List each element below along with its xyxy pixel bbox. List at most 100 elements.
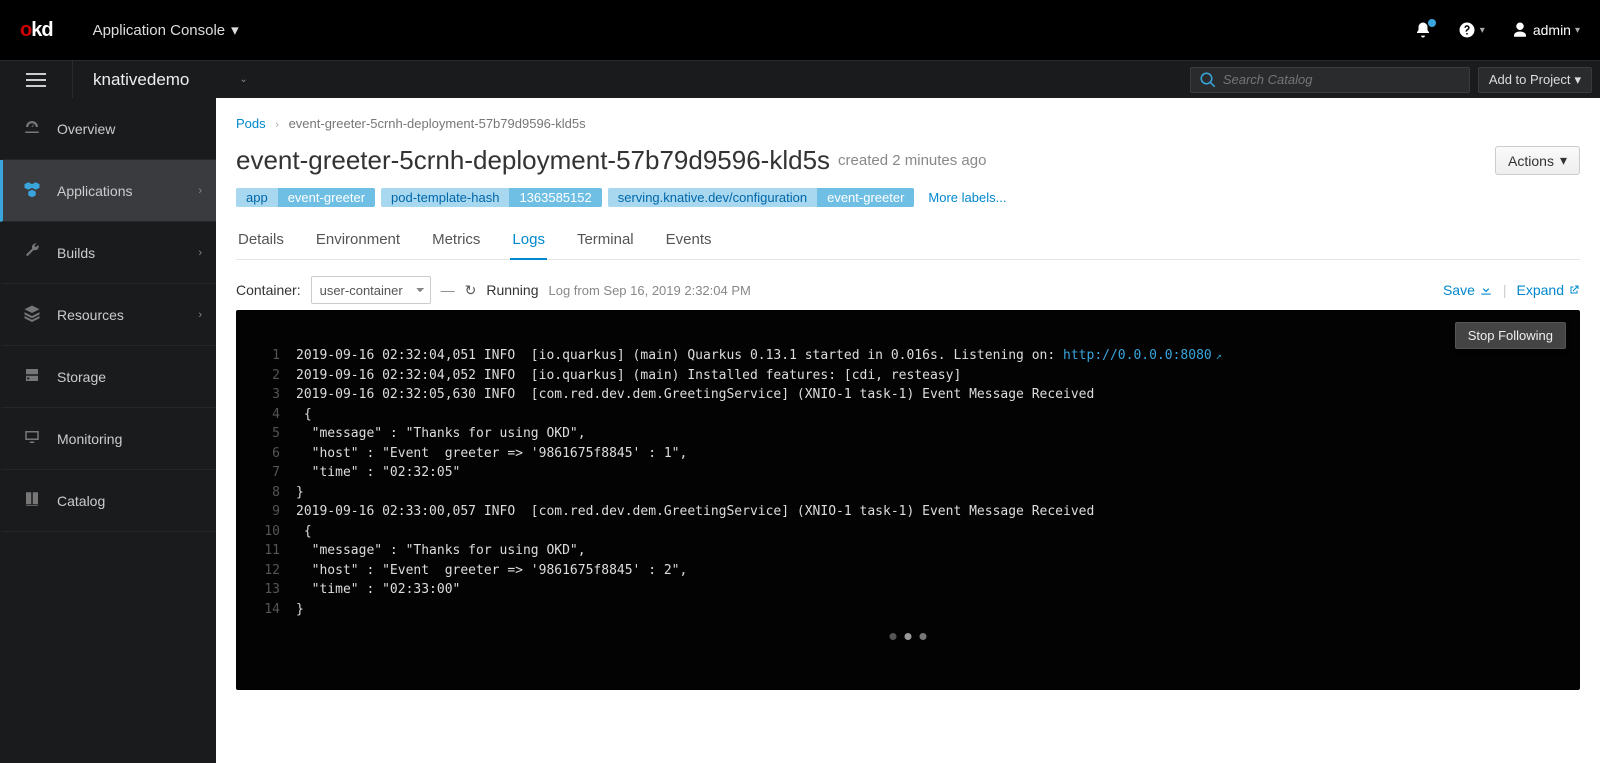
sidebar-toggle[interactable] [0, 61, 73, 98]
caret-down-icon: ▾ [1560, 152, 1567, 169]
sidebar-item-monitoring[interactable]: Monitoring [0, 408, 216, 470]
download-icon [1479, 283, 1493, 297]
log-line: 4 { [236, 405, 1580, 425]
tab-terminal[interactable]: Terminal [575, 225, 636, 260]
line-number: 2 [256, 366, 296, 386]
label-value: event-greeter [278, 188, 375, 207]
log-line: 8} [236, 483, 1580, 503]
caret-down-icon: ▾ [1480, 25, 1485, 36]
breadcrumb-root[interactable]: Pods [236, 116, 266, 131]
line-text: { [296, 405, 312, 425]
expand-log-button[interactable]: Expand [1517, 282, 1580, 298]
line-number: 13 [256, 580, 296, 600]
main-content: Pods › event-greeter-5crnh-deployment-57… [216, 98, 1600, 763]
log-line: 12 "host" : "Event greeter => '9861675f8… [236, 561, 1580, 581]
label-app[interactable]: appevent-greeter [236, 188, 375, 207]
log-line: 32019-09-16 02:32:05,630 INFO [com.red.d… [236, 385, 1580, 405]
tab-events[interactable]: Events [664, 225, 714, 260]
actions-label: Actions [1508, 153, 1554, 169]
log-line: 6 "host" : "Event greeter => '9861675f88… [236, 444, 1580, 464]
log-line: 92019-09-16 02:33:00,057 INFO [com.red.d… [236, 502, 1580, 522]
label-serving.knative.dev/configuration[interactable]: serving.knative.dev/configurationevent-g… [608, 188, 915, 207]
separator: | [1503, 282, 1507, 298]
caret-down-icon: ▾ [1574, 72, 1581, 88]
console-picker[interactable]: Application Console ▾ [93, 21, 239, 39]
chevron-right-icon: › [275, 119, 279, 131]
notification-dot-icon [1428, 19, 1436, 27]
line-text: } [296, 600, 304, 620]
line-text: 2019-09-16 02:32:05,630 INFO [com.red.de… [296, 385, 1102, 405]
sync-icon: ↻ [465, 282, 477, 299]
line-text: "message" : "Thanks for using OKD", [296, 424, 586, 444]
actions-button[interactable]: Actions ▾ [1495, 146, 1580, 175]
line-text: "message" : "Thanks for using OKD", [296, 541, 586, 561]
project-name: knativedemo [93, 70, 189, 90]
expand-label: Expand [1517, 282, 1564, 298]
line-text: 2019-09-16 02:32:04,052 INFO [io.quarkus… [296, 366, 961, 386]
log-line: 12019-09-16 02:32:04,051 INFO [io.quarku… [236, 346, 1580, 366]
label-value: event-greeter [817, 188, 914, 207]
chevron-right-icon: › [198, 247, 202, 259]
sidebar-item-builds[interactable]: Builds › [0, 222, 216, 284]
sidebar-item-resources[interactable]: Resources› [0, 284, 216, 346]
stop-following-button[interactable]: Stop Following [1455, 322, 1566, 349]
label-pod-template-hash[interactable]: pod-template-hash1363585152 [381, 188, 602, 207]
log-from: Log from Sep 16, 2019 2:32:04 PM [548, 283, 750, 298]
user-name: admin [1533, 22, 1571, 38]
tabs: Details Environment Metrics Logs Terminal Eve… [236, 225, 1580, 260]
log-viewer[interactable]: Stop Following 12019-09-16 02:32:04,051 … [236, 310, 1580, 690]
add-to-project-button[interactable]: Add to Project ▾ [1478, 67, 1592, 93]
sidebar-item-overview[interactable]: Overview [0, 98, 216, 160]
label-key: app [236, 188, 278, 207]
project-picker[interactable]: knativedemo ⌄ [73, 70, 268, 90]
breadcrumb-current: event-greeter-5crnh-deployment-57b79d959… [289, 116, 586, 131]
sidebar-item-label: Builds [57, 245, 95, 261]
chevron-right-icon: › [198, 185, 202, 197]
logo-kd: kd [31, 19, 52, 41]
more-labels-link[interactable]: More labels... [928, 190, 1006, 205]
notifications-button[interactable] [1414, 21, 1432, 39]
tab-logs[interactable]: Logs [510, 225, 547, 260]
dash-icon: — [441, 282, 455, 298]
line-number: 9 [256, 502, 296, 522]
tab-environment[interactable]: Environment [314, 225, 402, 260]
line-number: 11 [256, 541, 296, 561]
project-bar: knativedemo ⌄ Add to Project ▾ [0, 60, 1600, 98]
line-text: 2019-09-16 02:32:04,051 INFO [io.quarkus… [296, 346, 1222, 366]
hamburger-icon [26, 73, 46, 87]
cubes-icon [21, 180, 43, 201]
sidebar-item-label: Catalog [57, 493, 105, 509]
save-log-button[interactable]: Save [1443, 282, 1493, 298]
line-number: 14 [256, 600, 296, 620]
line-number: 3 [256, 385, 296, 405]
page-title: event-greeter-5crnh-deployment-57b79d959… [236, 145, 830, 176]
sidebar-item-label: Resources [57, 307, 124, 323]
line-number: 8 [256, 483, 296, 503]
help-icon [1458, 21, 1476, 39]
external-link-icon [1568, 284, 1580, 296]
help-button[interactable]: ▾ [1458, 21, 1485, 39]
breadcrumb: Pods › event-greeter-5crnh-deployment-57… [236, 116, 1580, 131]
sidebar-item-storage[interactable]: Storage [0, 346, 216, 408]
dashboard-icon [21, 118, 43, 139]
line-text: "host" : "Event greeter => '9861675f8845… [296, 561, 687, 581]
sidebar-item-catalog[interactable]: Catalog [0, 470, 216, 532]
log-line: 5 "message" : "Thanks for using OKD", [236, 424, 1580, 444]
sidebar-item-label: Storage [57, 369, 106, 385]
search-input[interactable] [1223, 72, 1461, 87]
sidebar-item-applications[interactable]: Applications› [0, 160, 216, 222]
tab-metrics[interactable]: Metrics [430, 225, 482, 260]
logo-o: o [20, 19, 31, 41]
catalog-search[interactable] [1190, 67, 1470, 93]
console-label: Application Console [93, 22, 226, 39]
line-text: 2019-09-16 02:33:00,057 INFO [com.red.de… [296, 502, 1102, 522]
line-text: "time" : "02:33:00" [296, 580, 460, 600]
user-menu[interactable]: admin ▾ [1511, 21, 1580, 39]
caret-down-icon: ⌄ [239, 74, 247, 85]
container-select[interactable]: user-container [311, 276, 431, 304]
log-link[interactable]: http://0.0.0.0:8080 [1063, 348, 1212, 363]
line-number: 10 [256, 522, 296, 542]
status-running: Running [486, 282, 538, 298]
tab-details[interactable]: Details [236, 225, 286, 260]
label-key: pod-template-hash [381, 188, 509, 207]
